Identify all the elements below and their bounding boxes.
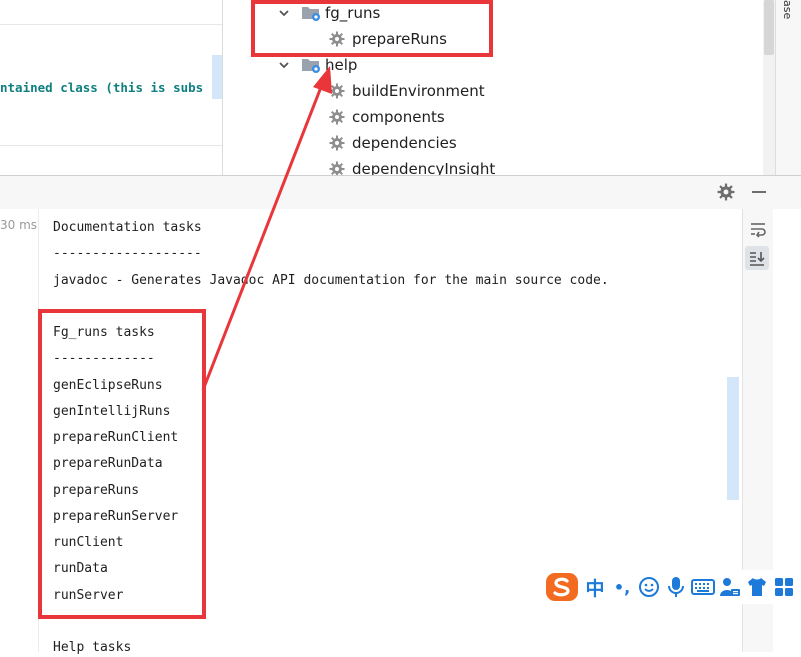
- tree-scrollbar-thumb[interactable]: [764, 0, 774, 55]
- tree-item-label: dependencyInsight: [352, 160, 496, 175]
- run-tool-window-header: [0, 175, 801, 210]
- highlight-box-tree: [251, 0, 493, 57]
- tree-item-label: dependencies: [352, 134, 457, 152]
- scroll-to-end-icon[interactable]: [745, 246, 769, 270]
- minimize-icon[interactable]: [747, 180, 771, 204]
- editor-separator: [0, 24, 222, 25]
- chinese-mode-toggle[interactable]: 中: [582, 574, 608, 600]
- grid-icon[interactable]: [771, 574, 797, 600]
- punctuation-toggle[interactable]: •,: [609, 574, 635, 600]
- run-tree-gutter: [0, 209, 39, 652]
- sogou-logo-icon[interactable]: [543, 573, 581, 601]
- tree-item-dependencies[interactable]: dependencies: [327, 130, 457, 156]
- keyboard-icon[interactable]: [690, 574, 716, 600]
- shirt-icon[interactable]: [744, 574, 770, 600]
- editor-code-line: ntained class (this is subs: [0, 80, 204, 95]
- gear-icon[interactable]: [714, 180, 738, 204]
- user-icon[interactable]: [717, 574, 743, 600]
- tree-item-label: components: [352, 108, 445, 126]
- console-line: Help tasks: [53, 640, 132, 655]
- ime-toolbar: 中 •,: [543, 570, 801, 604]
- console-line: -------------------: [53, 246, 202, 261]
- microphone-icon[interactable]: [663, 574, 689, 600]
- console-scroll-marker: [727, 377, 739, 500]
- annotation-arrow: [201, 66, 332, 391]
- soft-wrap-icon[interactable]: [746, 217, 770, 241]
- highlight-box-console: [38, 309, 206, 619]
- right-strip-tab-label[interactable]: ase: [780, 0, 794, 19]
- emoji-icon[interactable]: [636, 574, 662, 600]
- editor-separator-bottom: [0, 145, 222, 146]
- tree-item-build-environment[interactable]: buildEnvironment: [327, 78, 485, 104]
- console-line: Documentation tasks: [53, 220, 202, 235]
- tree-item-label: buildEnvironment: [352, 82, 485, 100]
- tree-item-dependency-insight[interactable]: dependencyInsight: [327, 156, 495, 175]
- elapsed-time: 30 ms: [0, 218, 38, 232]
- right-tool-strip: [775, 0, 801, 175]
